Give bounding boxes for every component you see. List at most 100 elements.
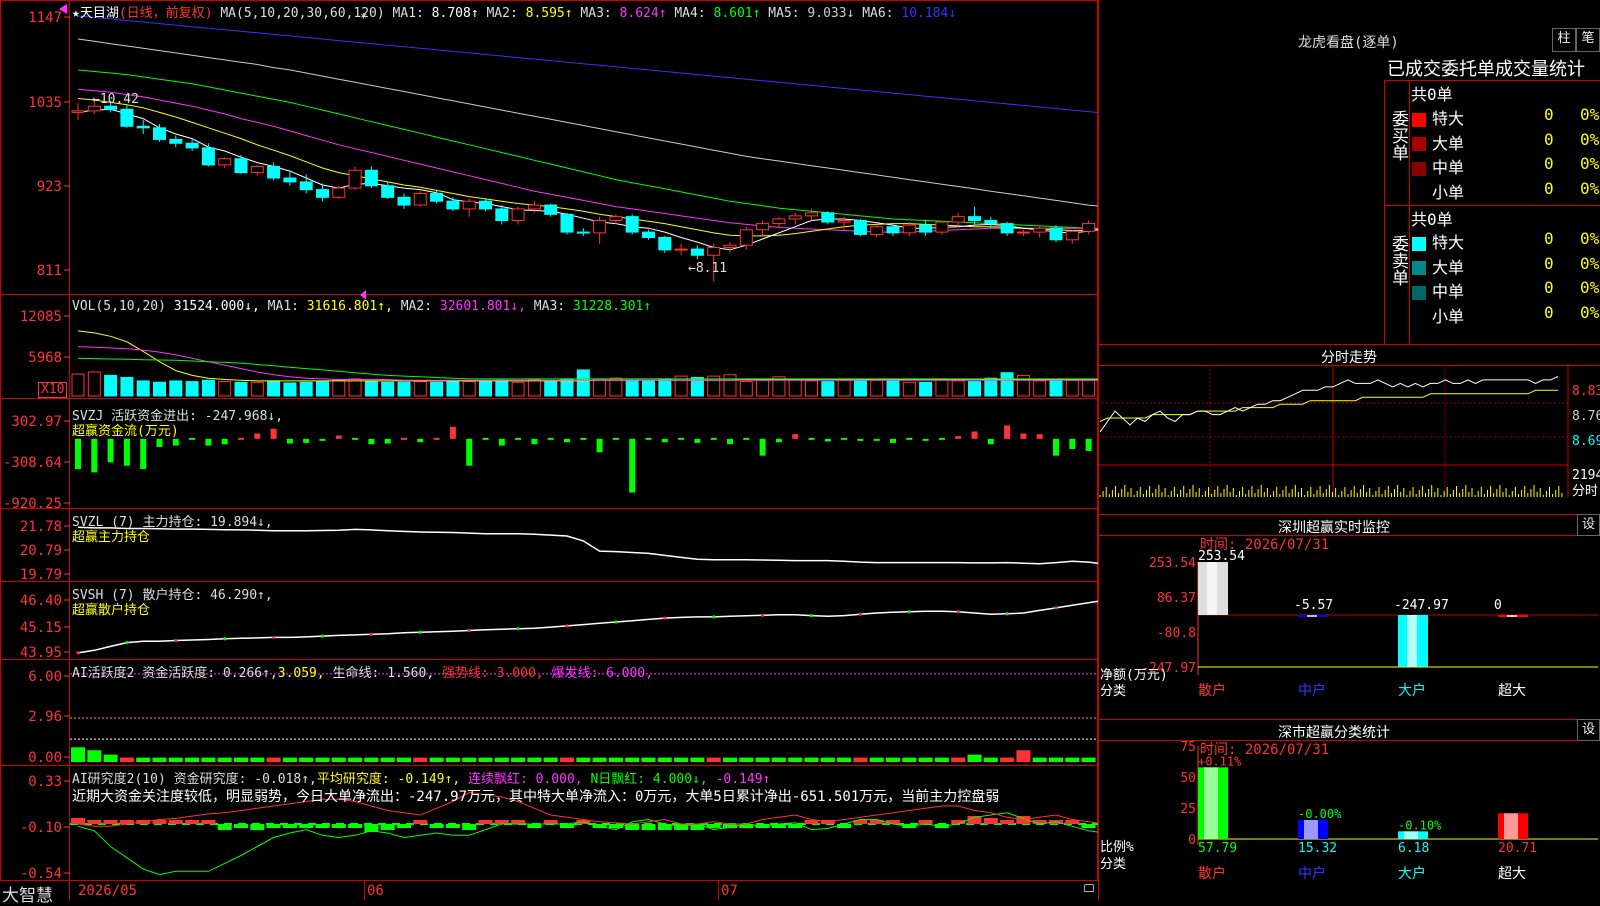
sz-monitor-category: 超大	[1498, 683, 1526, 699]
retail-dot	[419, 631, 422, 634]
flow-bar	[368, 439, 374, 444]
retail-dot	[859, 613, 862, 616]
order-count: 0	[1544, 154, 1554, 173]
ai2-v4: N日飘红: 4.000↓,	[590, 772, 707, 787]
flow-bar	[238, 438, 244, 440]
flow-bar	[792, 434, 798, 439]
retail-holding-panel	[76, 594, 1098, 654]
sz-class-ylabel: 比例%	[1100, 840, 1134, 855]
ai2-legend: AI研究度2(10) 资金研究度: -0.018↑,平均研究度: -0.149↑…	[72, 768, 770, 787]
candle	[300, 182, 312, 190]
activity-bar	[674, 758, 688, 762]
volume-bar	[121, 377, 133, 396]
ai1-legend: AI活跃度2 资金活跃度: 0.266↑,3.059, 生命线: 1.560, …	[72, 662, 653, 681]
flow-bar	[124, 439, 130, 466]
y-tick-label: 302.97	[11, 414, 62, 430]
candle	[219, 159, 231, 165]
tick-mode-button[interactable]: 笔	[1576, 28, 1600, 52]
research-bar	[87, 820, 101, 824]
activity-bar	[642, 758, 656, 762]
retail-dot	[712, 615, 715, 618]
bar-mode-button[interactable]: 柱	[1552, 28, 1576, 52]
activity-bar	[169, 758, 183, 762]
sz-class-value: 6.18	[1398, 841, 1429, 856]
candle	[757, 224, 769, 230]
volume-bar	[496, 380, 508, 396]
volume-bar	[1050, 381, 1062, 396]
candle	[773, 219, 785, 224]
flow-bar	[580, 438, 586, 440]
activity-bar	[837, 758, 851, 762]
activity-bar	[250, 758, 264, 762]
flow-bar	[923, 439, 929, 441]
sz-class-tick: 25	[1180, 802, 1196, 817]
order-type-label: 大单	[1432, 258, 1464, 277]
candle	[594, 221, 606, 233]
main-holding-panel	[78, 527, 1098, 570]
order-count: 0	[1544, 278, 1554, 297]
volume-bar	[365, 381, 377, 396]
activity-bar	[919, 758, 933, 762]
research-bar	[495, 820, 509, 824]
sz-monitor-settings-button[interactable]: 设	[1577, 514, 1600, 536]
star-icon: ★	[72, 6, 80, 21]
order-pct: 0%	[1580, 303, 1599, 322]
candle	[561, 214, 573, 232]
retail-dot	[810, 614, 813, 617]
y-tick-label: 1147	[28, 10, 62, 26]
fund-flow-panel	[75, 425, 1098, 492]
candle	[72, 111, 84, 113]
candle	[577, 232, 589, 233]
order-stat-row: 特大00%	[1412, 229, 1598, 253]
retail-dot	[1006, 612, 1009, 615]
candle	[854, 221, 866, 235]
candle	[1050, 228, 1062, 240]
volume-bar	[838, 380, 850, 396]
candle	[985, 221, 997, 224]
volume-bar	[398, 382, 410, 396]
sz-class-value: 57.79	[1198, 841, 1237, 856]
volume-bar	[300, 382, 312, 396]
sz-monitor-chart: 时间: 2026/07/31253.5486.37-80.8-247.97253…	[1098, 535, 1600, 717]
activity-bar	[1082, 758, 1096, 762]
flow-bar	[531, 439, 537, 444]
volume-bar	[577, 370, 589, 396]
candle	[414, 193, 426, 205]
sz-class-settings-button[interactable]: 设	[1577, 719, 1600, 741]
candle	[1001, 224, 1013, 233]
date-06: 06	[367, 883, 384, 899]
y-tick-label: 1035	[28, 95, 62, 111]
retail-dot	[76, 651, 79, 654]
stock-name: 天目湖	[80, 6, 119, 21]
retail-dot	[761, 614, 764, 617]
y-tick-label: 43.95	[20, 645, 62, 661]
volume-bar	[72, 374, 84, 396]
flow-bar	[809, 438, 815, 440]
order-stat-row: 大单00%	[1412, 130, 1598, 154]
activity-bar	[544, 758, 558, 762]
flow-bar	[173, 439, 179, 446]
research-bar	[642, 824, 656, 830]
volume-bar	[740, 382, 752, 396]
retail-dot	[957, 610, 960, 613]
flow-bar	[548, 438, 554, 440]
volume-bar	[333, 380, 345, 396]
flow-bar	[711, 438, 717, 440]
main-chart-area[interactable]: ←10.42←8.11* 11471035923811120855968302.…	[0, 0, 1098, 900]
flow-bar	[254, 433, 260, 438]
research-bar	[218, 824, 232, 830]
activity-bar	[984, 758, 998, 762]
flow-bar	[613, 438, 619, 440]
flow-bar	[140, 439, 146, 469]
intraday-chart[interactable]: 8.838.768.692194分时	[1098, 365, 1600, 515]
research-bar	[984, 818, 998, 824]
y-tick-label: -308.64	[3, 455, 62, 471]
activity-bar	[625, 758, 639, 762]
sz-class-title: 深市超赢分类统计	[1278, 722, 1390, 742]
date-start: 2026/05	[78, 883, 137, 899]
lock-icon[interactable]	[1084, 884, 1094, 892]
sz-class-change: -0.10%	[1398, 818, 1442, 832]
research-bar	[837, 824, 851, 828]
vol-legend-value: 32601.801↓,	[432, 299, 534, 314]
activity-bar	[1065, 758, 1079, 762]
